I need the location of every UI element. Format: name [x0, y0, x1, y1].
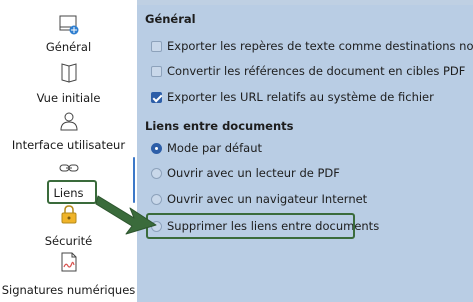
radio-button[interactable] [151, 142, 162, 154]
radio-open-with-browser[interactable]: Ouvrir avec un navigateur Internet [151, 191, 367, 207]
sidebar-item-digital-signatures[interactable]: Signatures numériques [0, 283, 137, 297]
category-sidebar: Général Vue initiale Interface utilisate… [0, 0, 137, 302]
checkbox-convert-references[interactable] [151, 65, 162, 77]
checkbox-export-bookmarks[interactable] [151, 40, 162, 52]
option-label: Ouvrir avec un navigateur Internet [167, 192, 368, 206]
sidebar-item-general[interactable]: Général [0, 40, 137, 54]
sidebar-item-security[interactable]: Sécurité [0, 234, 137, 248]
sidebar-item-user-interface[interactable]: Interface utilisateur [0, 138, 137, 152]
links-section-title: Liens entre documents [145, 119, 294, 133]
user-icon[interactable] [58, 110, 80, 132]
remove-links-highlight-box [146, 213, 355, 239]
option-label: Ouvrir avec un lecteur de PDF [167, 166, 340, 180]
lock-icon[interactable] [58, 203, 80, 225]
radio-default-mode[interactable]: Mode par défaut [151, 140, 262, 156]
option-label: Mode par défaut [167, 141, 262, 155]
links-options-panel: Général Exporter les repères de texte co… [137, 5, 473, 302]
document-settings-icon[interactable] [58, 14, 80, 36]
option-convert-document-references[interactable]: Convertir les références de document en … [151, 63, 465, 79]
signature-icon[interactable] [58, 251, 80, 273]
link-icon[interactable] [58, 157, 80, 179]
pdf-export-options-window: Général Vue initiale Interface utilisate… [0, 0, 473, 302]
general-section-title: Général [145, 12, 196, 26]
open-book-icon[interactable] [58, 62, 80, 84]
option-label: Exporter les URL relatifs au système de … [167, 90, 434, 104]
radio-button[interactable] [151, 167, 162, 179]
option-export-relative-urls[interactable]: Exporter les URL relatifs au système de … [151, 89, 434, 105]
links-highlight-box [47, 180, 97, 204]
option-label: Convertir les références de document en … [167, 64, 466, 78]
checkbox-export-relative-urls[interactable] [151, 91, 162, 103]
radio-open-with-pdf-reader[interactable]: Ouvrir avec un lecteur de PDF [151, 165, 340, 181]
sidebar-item-initial-view[interactable]: Vue initiale [0, 91, 137, 105]
option-export-bookmarks-as-named-destinations[interactable]: Exporter les repères de texte comme dest… [151, 38, 473, 54]
option-label: Exporter les repères de texte comme dest… [167, 39, 473, 53]
annotation-arrow-icon [95, 195, 157, 235]
